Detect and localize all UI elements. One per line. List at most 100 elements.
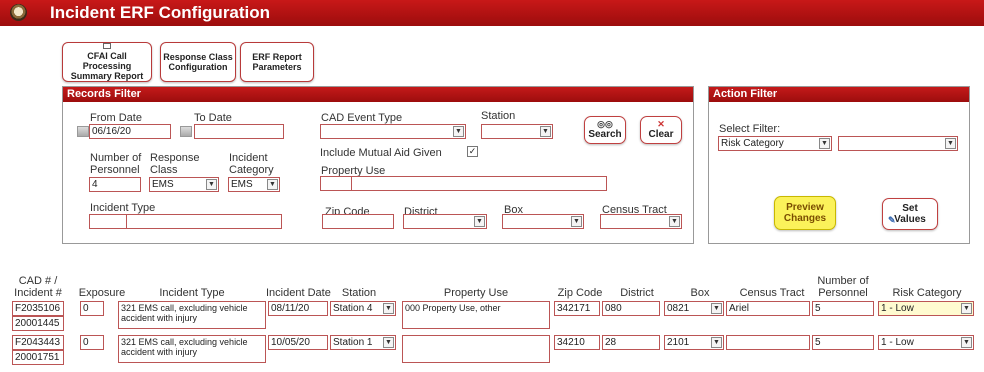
set-values-label-1: Set <box>902 203 918 214</box>
select-filter-value: Risk Category <box>721 138 784 149</box>
num-personnel-cell[interactable]: 5 <box>812 301 874 316</box>
clear-button[interactable]: ✕ Clear <box>640 116 682 144</box>
to-date-label: To Date <box>194 112 232 124</box>
response-class-configuration-button[interactable]: Response Class Configuration <box>160 42 236 82</box>
col-header-incident-date: Incident Date <box>266 287 331 299</box>
response-class-label-2: Configuration <box>168 62 228 72</box>
from-date-calendar-icon[interactable] <box>77 126 89 137</box>
property-use-code-input[interactable] <box>320 176 352 191</box>
census-tract-cell[interactable] <box>726 335 810 350</box>
box-cell-select[interactable]: 2101 ▼ <box>664 335 724 350</box>
exposure-cell[interactable]: 0 <box>80 301 104 316</box>
district-select[interactable]: ▼ <box>403 214 487 229</box>
from-date-input[interactable]: 06/16/20 <box>89 124 171 139</box>
incident-number-cell[interactable]: 20001445 <box>12 316 64 331</box>
risk-category-select[interactable]: 1 - Low ▼ <box>878 335 974 350</box>
zip-code-cell[interactable]: 34210 <box>554 335 600 350</box>
risk-category-value: 1 - Low <box>881 303 914 314</box>
box-select[interactable]: ▼ <box>502 214 584 229</box>
filter-value-select[interactable]: ▼ <box>838 136 958 151</box>
district-cell[interactable]: 080 <box>602 301 660 316</box>
col-header-census-tract: Census Tract <box>739 287 805 299</box>
clear-button-label: Clear <box>648 129 674 140</box>
select-filter-select[interactable]: Risk Category ▼ <box>718 136 832 151</box>
property-use-description-input[interactable] <box>351 176 607 191</box>
col-header-station: Station <box>341 287 377 299</box>
mutual-aid-label: Include Mutual Aid Given <box>320 147 442 159</box>
incident-type-label: Incident Type <box>90 202 156 214</box>
cad-number-cell[interactable]: F2035106 <box>12 301 64 316</box>
response-class-select[interactable]: EMS ▼ <box>149 177 219 192</box>
station-cell-select[interactable]: Station 1 ▼ <box>330 335 396 350</box>
chevron-down-icon: ▼ <box>571 216 582 227</box>
cad-event-type-select[interactable]: ▼ <box>320 124 466 139</box>
station-select[interactable]: ▼ <box>481 124 553 139</box>
incident-date-cell[interactable]: 10/05/20 <box>268 335 328 350</box>
pencil-icon: ✎ <box>888 215 896 225</box>
district-cell[interactable]: 28 <box>602 335 660 350</box>
title-bar: Incident ERF Configuration <box>0 0 984 26</box>
incident-type-description-input[interactable] <box>126 214 282 229</box>
num-personnel-cell[interactable]: 5 <box>812 335 874 350</box>
preview-changes-button[interactable]: Preview Changes <box>774 196 836 230</box>
incident-category-label-2: Category <box>229 164 274 176</box>
chevron-down-icon: ▼ <box>945 138 956 149</box>
cfai-report-label-1: CFAI Call Processing <box>82 51 132 71</box>
col-header-zip-code: Zip Code <box>557 287 603 299</box>
incident-category-value: EMS <box>231 179 253 190</box>
to-date-input[interactable] <box>194 124 284 139</box>
app-logo-icon <box>10 4 27 21</box>
page-title: Incident ERF Configuration <box>50 3 271 22</box>
document-icon <box>103 43 111 49</box>
response-class-label-1: Response <box>150 152 200 164</box>
risk-category-select[interactable]: 1 - Low ▼ <box>878 301 974 316</box>
incident-type-cell[interactable]: 321 EMS call, excluding vehicle accident… <box>118 301 266 329</box>
to-date-calendar-icon[interactable] <box>180 126 192 137</box>
census-tract-select[interactable]: ▼ <box>600 214 682 229</box>
set-values-button[interactable]: ✎ Set Values <box>882 198 938 230</box>
num-personnel-input[interactable]: 4 <box>89 177 141 192</box>
col-header-property-use: Property Use <box>443 287 509 299</box>
census-tract-cell[interactable]: Ariel <box>726 301 810 316</box>
chevron-down-icon: ▼ <box>453 126 464 137</box>
incident-type-code-input[interactable] <box>89 214 127 229</box>
station-cell-value: Station 1 <box>333 337 373 348</box>
col-header-risk-category: Risk Category <box>892 287 962 299</box>
zip-code-input[interactable] <box>322 214 394 229</box>
from-date-label: From Date <box>90 112 142 124</box>
incident-category-select[interactable]: EMS ▼ <box>228 177 280 192</box>
select-filter-label: Select Filter: <box>719 123 781 135</box>
search-button-label: Search <box>588 129 622 140</box>
incident-type-cell[interactable]: 321 EMS call, excluding vehicle accident… <box>118 335 266 363</box>
chevron-down-icon: ▼ <box>961 337 972 348</box>
cad-event-type-label: CAD Event Type <box>321 112 403 124</box>
response-class-label-2: Class <box>150 164 178 176</box>
exposure-cell[interactable]: 0 <box>80 335 104 350</box>
cad-number-cell[interactable]: F2043443 <box>12 335 64 350</box>
chevron-down-icon: ▼ <box>206 179 217 190</box>
property-use-cell[interactable] <box>402 335 550 363</box>
station-cell-value: Station 4 <box>333 303 373 314</box>
num-personnel-label-1: Number of <box>90 152 142 164</box>
risk-category-value: 1 - Low <box>881 337 914 348</box>
table-row: F2043443 20001751 0 321 EMS call, exclud… <box>0 335 984 367</box>
box-cell-value: 2101 <box>667 337 690 348</box>
incident-category-label-1: Incident <box>229 152 268 164</box>
incident-date-cell[interactable]: 08/11/20 <box>268 301 328 316</box>
zip-code-cell[interactable]: 342171 <box>554 301 600 316</box>
property-use-cell[interactable]: 000 Property Use, other <box>402 301 550 329</box>
col-header-num-personnel-1: Number of <box>817 275 869 287</box>
erf-report-parameters-button[interactable]: ERF Report Parameters <box>240 42 314 82</box>
box-cell-select[interactable]: 0821 ▼ <box>664 301 724 316</box>
chevron-down-icon: ▼ <box>474 216 485 227</box>
station-cell-select[interactable]: Station 4 ▼ <box>330 301 396 316</box>
mutual-aid-checkbox[interactable]: ✓ <box>467 146 478 157</box>
search-button[interactable]: ◎◎ Search <box>584 116 626 144</box>
preview-label-1: Preview <box>786 202 824 213</box>
box-cell-value: 0821 <box>667 303 690 314</box>
chevron-down-icon: ▼ <box>711 337 722 348</box>
chevron-down-icon: ▼ <box>383 337 394 348</box>
incident-number-cell[interactable]: 20001751 <box>12 350 64 365</box>
num-personnel-label-2: Personnel <box>90 164 140 176</box>
cfai-report-button[interactable]: CFAI Call Processing Summary Report <box>62 42 152 82</box>
